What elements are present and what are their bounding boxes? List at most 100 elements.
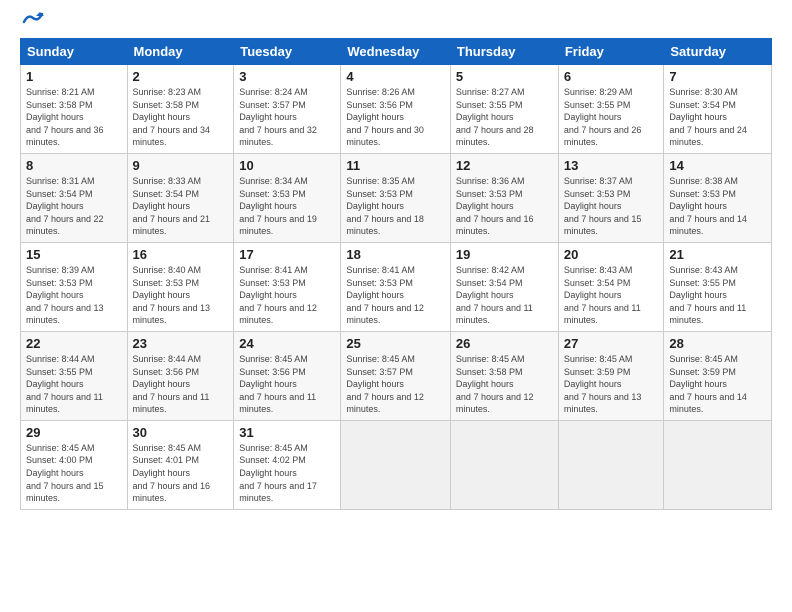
calendar-cell: 28 Sunrise: 8:45 AMSunset: 3:59 PMDaylig…: [664, 331, 772, 420]
calendar-header-monday: Monday: [127, 39, 234, 65]
day-number: 24: [239, 336, 335, 351]
calendar-cell: 5 Sunrise: 8:27 AMSunset: 3:55 PMDayligh…: [450, 65, 558, 154]
calendar-header-thursday: Thursday: [450, 39, 558, 65]
day-info: Sunrise: 8:45 AMSunset: 4:01 PMDaylight …: [133, 443, 211, 503]
calendar-header-tuesday: Tuesday: [234, 39, 341, 65]
calendar-cell: 26 Sunrise: 8:45 AMSunset: 3:58 PMDaylig…: [450, 331, 558, 420]
day-number: 25: [346, 336, 445, 351]
calendar-table: SundayMondayTuesdayWednesdayThursdayFrid…: [20, 38, 772, 510]
calendar-cell: 9 Sunrise: 8:33 AMSunset: 3:54 PMDayligh…: [127, 153, 234, 242]
day-info: Sunrise: 8:26 AMSunset: 3:56 PMDaylight …: [346, 87, 424, 147]
calendar-cell: [558, 420, 664, 509]
calendar-header-friday: Friday: [558, 39, 664, 65]
day-number: 6: [564, 69, 659, 84]
day-number: 19: [456, 247, 553, 262]
calendar-cell: 4 Sunrise: 8:26 AMSunset: 3:56 PMDayligh…: [341, 65, 451, 154]
calendar-cell: 7 Sunrise: 8:30 AMSunset: 3:54 PMDayligh…: [664, 65, 772, 154]
day-number: 31: [239, 425, 335, 440]
calendar-cell: 22 Sunrise: 8:44 AMSunset: 3:55 PMDaylig…: [21, 331, 128, 420]
calendar-cell: 25 Sunrise: 8:45 AMSunset: 3:57 PMDaylig…: [341, 331, 451, 420]
logo-wave-icon: [22, 10, 44, 28]
day-number: 4: [346, 69, 445, 84]
calendar-cell: 2 Sunrise: 8:23 AMSunset: 3:58 PMDayligh…: [127, 65, 234, 154]
calendar-cell: 11 Sunrise: 8:35 AMSunset: 3:53 PMDaylig…: [341, 153, 451, 242]
calendar-cell: 17 Sunrise: 8:41 AMSunset: 3:53 PMDaylig…: [234, 242, 341, 331]
day-number: 1: [26, 69, 122, 84]
day-number: 11: [346, 158, 445, 173]
day-number: 16: [133, 247, 229, 262]
day-number: 23: [133, 336, 229, 351]
day-number: 7: [669, 69, 766, 84]
day-info: Sunrise: 8:45 AMSunset: 3:57 PMDaylight …: [346, 354, 424, 414]
day-number: 5: [456, 69, 553, 84]
day-number: 8: [26, 158, 122, 173]
calendar-cell: 3 Sunrise: 8:24 AMSunset: 3:57 PMDayligh…: [234, 65, 341, 154]
day-info: Sunrise: 8:35 AMSunset: 3:53 PMDaylight …: [346, 176, 424, 236]
day-number: 27: [564, 336, 659, 351]
day-info: Sunrise: 8:45 AMSunset: 4:00 PMDaylight …: [26, 443, 104, 503]
day-info: Sunrise: 8:29 AMSunset: 3:55 PMDaylight …: [564, 87, 642, 147]
day-number: 28: [669, 336, 766, 351]
day-number: 14: [669, 158, 766, 173]
day-info: Sunrise: 8:30 AMSunset: 3:54 PMDaylight …: [669, 87, 747, 147]
day-info: Sunrise: 8:44 AMSunset: 3:56 PMDaylight …: [133, 354, 210, 414]
day-number: 3: [239, 69, 335, 84]
calendar-cell: 8 Sunrise: 8:31 AMSunset: 3:54 PMDayligh…: [21, 153, 128, 242]
calendar-cell: 12 Sunrise: 8:36 AMSunset: 3:53 PMDaylig…: [450, 153, 558, 242]
calendar-header-saturday: Saturday: [664, 39, 772, 65]
day-info: Sunrise: 8:27 AMSunset: 3:55 PMDaylight …: [456, 87, 534, 147]
day-info: Sunrise: 8:41 AMSunset: 3:53 PMDaylight …: [346, 265, 424, 325]
day-info: Sunrise: 8:39 AMSunset: 3:53 PMDaylight …: [26, 265, 104, 325]
day-number: 18: [346, 247, 445, 262]
day-info: Sunrise: 8:21 AMSunset: 3:58 PMDaylight …: [26, 87, 104, 147]
day-info: Sunrise: 8:45 AMSunset: 3:56 PMDaylight …: [239, 354, 316, 414]
day-info: Sunrise: 8:41 AMSunset: 3:53 PMDaylight …: [239, 265, 317, 325]
calendar-week-row: 1 Sunrise: 8:21 AMSunset: 3:58 PMDayligh…: [21, 65, 772, 154]
calendar-header-sunday: Sunday: [21, 39, 128, 65]
calendar-cell: 29 Sunrise: 8:45 AMSunset: 4:00 PMDaylig…: [21, 420, 128, 509]
day-info: Sunrise: 8:45 AMSunset: 3:58 PMDaylight …: [456, 354, 534, 414]
day-number: 17: [239, 247, 335, 262]
calendar-week-row: 29 Sunrise: 8:45 AMSunset: 4:00 PMDaylig…: [21, 420, 772, 509]
calendar-cell: 19 Sunrise: 8:42 AMSunset: 3:54 PMDaylig…: [450, 242, 558, 331]
day-number: 10: [239, 158, 335, 173]
calendar-cell: 20 Sunrise: 8:43 AMSunset: 3:54 PMDaylig…: [558, 242, 664, 331]
day-info: Sunrise: 8:44 AMSunset: 3:55 PMDaylight …: [26, 354, 103, 414]
day-number: 2: [133, 69, 229, 84]
day-info: Sunrise: 8:34 AMSunset: 3:53 PMDaylight …: [239, 176, 317, 236]
calendar-header-wednesday: Wednesday: [341, 39, 451, 65]
day-number: 26: [456, 336, 553, 351]
calendar-cell: 18 Sunrise: 8:41 AMSunset: 3:53 PMDaylig…: [341, 242, 451, 331]
day-info: Sunrise: 8:43 AMSunset: 3:54 PMDaylight …: [564, 265, 641, 325]
day-info: Sunrise: 8:45 AMSunset: 4:02 PMDaylight …: [239, 443, 317, 503]
day-number: 12: [456, 158, 553, 173]
day-info: Sunrise: 8:36 AMSunset: 3:53 PMDaylight …: [456, 176, 534, 236]
day-info: Sunrise: 8:45 AMSunset: 3:59 PMDaylight …: [669, 354, 747, 414]
calendar-week-row: 8 Sunrise: 8:31 AMSunset: 3:54 PMDayligh…: [21, 153, 772, 242]
day-number: 20: [564, 247, 659, 262]
calendar-cell: 30 Sunrise: 8:45 AMSunset: 4:01 PMDaylig…: [127, 420, 234, 509]
day-info: Sunrise: 8:42 AMSunset: 3:54 PMDaylight …: [456, 265, 533, 325]
day-number: 9: [133, 158, 229, 173]
day-number: 15: [26, 247, 122, 262]
calendar-cell: 10 Sunrise: 8:34 AMSunset: 3:53 PMDaylig…: [234, 153, 341, 242]
calendar-cell: [664, 420, 772, 509]
calendar-cell: 21 Sunrise: 8:43 AMSunset: 3:55 PMDaylig…: [664, 242, 772, 331]
calendar-cell: 31 Sunrise: 8:45 AMSunset: 4:02 PMDaylig…: [234, 420, 341, 509]
calendar-header-row: SundayMondayTuesdayWednesdayThursdayFrid…: [21, 39, 772, 65]
day-info: Sunrise: 8:33 AMSunset: 3:54 PMDaylight …: [133, 176, 211, 236]
day-info: Sunrise: 8:40 AMSunset: 3:53 PMDaylight …: [133, 265, 211, 325]
calendar-cell: 23 Sunrise: 8:44 AMSunset: 3:56 PMDaylig…: [127, 331, 234, 420]
day-number: 22: [26, 336, 122, 351]
calendar-cell: 24 Sunrise: 8:45 AMSunset: 3:56 PMDaylig…: [234, 331, 341, 420]
calendar-cell: 16 Sunrise: 8:40 AMSunset: 3:53 PMDaylig…: [127, 242, 234, 331]
day-info: Sunrise: 8:43 AMSunset: 3:55 PMDaylight …: [669, 265, 746, 325]
day-number: 30: [133, 425, 229, 440]
day-info: Sunrise: 8:45 AMSunset: 3:59 PMDaylight …: [564, 354, 642, 414]
calendar-week-row: 22 Sunrise: 8:44 AMSunset: 3:55 PMDaylig…: [21, 331, 772, 420]
calendar-cell: 6 Sunrise: 8:29 AMSunset: 3:55 PMDayligh…: [558, 65, 664, 154]
logo: [20, 16, 44, 28]
day-number: 21: [669, 247, 766, 262]
calendar-cell: [341, 420, 451, 509]
day-info: Sunrise: 8:31 AMSunset: 3:54 PMDaylight …: [26, 176, 104, 236]
